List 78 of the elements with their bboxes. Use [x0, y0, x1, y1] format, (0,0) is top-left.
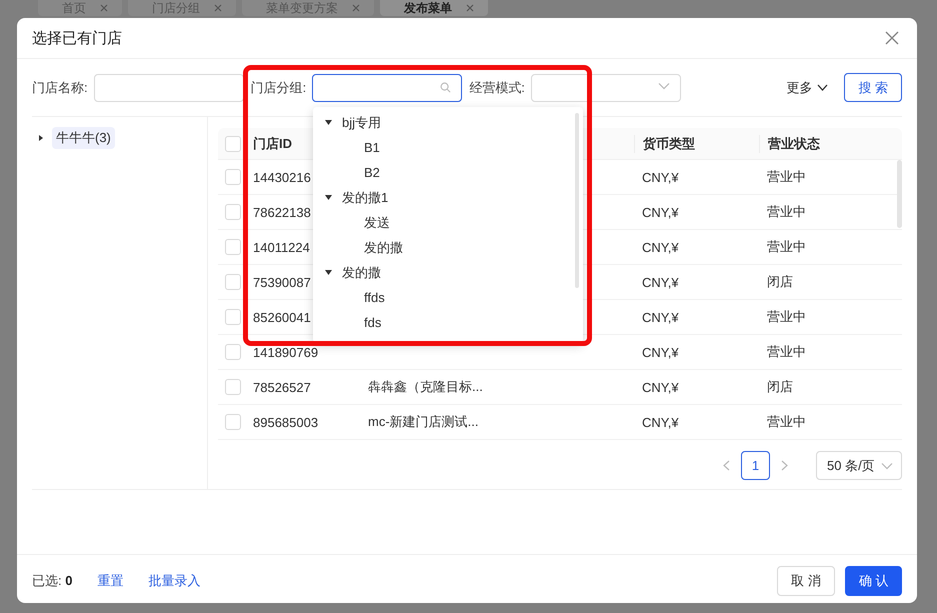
close-icon[interactable]: [466, 4, 474, 12]
scrollbar[interactable]: [897, 160, 902, 228]
table-cell: 78622138: [253, 204, 311, 220]
table-cell: 营业中: [767, 308, 806, 326]
table-cell: CNY,¥: [642, 380, 679, 394]
table-cell: 14011224: [253, 240, 310, 254]
table-cell: CNY,¥: [642, 274, 679, 290]
table-cell: CNY,¥: [642, 204, 679, 220]
chevron-down-icon: [817, 84, 828, 91]
column-header: 门店ID: [253, 134, 292, 152]
search-icon: [440, 82, 452, 92]
table-cell: 78526527: [253, 380, 311, 394]
table-cell: 犇犇鑫（克隆目标...: [368, 378, 483, 396]
checkbox[interactable]: [225, 204, 241, 220]
checkbox[interactable]: [225, 344, 241, 360]
link[interactable]: 批量录入: [148, 572, 200, 590]
page-size-select[interactable]: 50 条/页: [816, 451, 902, 480]
table-cell: 闭店: [767, 378, 793, 396]
tree-option[interactable]: B1: [364, 140, 380, 155]
close-icon[interactable]: [352, 4, 360, 12]
table-cell: 营业中: [767, 203, 806, 221]
tree-option[interactable]: 发的撒: [364, 238, 403, 256]
confirm-button[interactable]: 确 认: [845, 566, 902, 596]
close-icon[interactable]: [885, 31, 899, 45]
table-cell: 闭店: [767, 273, 793, 291]
table-cell: 营业中: [767, 238, 806, 256]
chevron-down-icon: [658, 82, 670, 90]
tree-option[interactable]: 发的撒: [342, 264, 381, 282]
tree-option[interactable]: fds: [364, 315, 382, 330]
table-cell: 营业中: [767, 343, 806, 361]
table-cell: 14430216: [253, 170, 311, 184]
caret-icon[interactable]: [325, 120, 332, 125]
dialog-title: 选择已有门店: [32, 28, 122, 48]
checkbox[interactable]: [225, 274, 241, 290]
tree-option[interactable]: B2: [364, 165, 380, 180]
column-header: 货币类型: [643, 134, 695, 152]
tree-option[interactable]: bjj专用: [342, 114, 382, 132]
column-header: 营业状态: [768, 134, 820, 152]
field-label: 门店名称:: [32, 78, 88, 96]
cancel-button[interactable]: 取 消: [777, 566, 835, 596]
caret-icon[interactable]: [38, 135, 44, 141]
caret-icon[interactable]: [325, 270, 332, 275]
checkbox[interactable]: [225, 309, 241, 325]
checkbox[interactable]: [225, 239, 241, 255]
table-cell: CNY,¥: [642, 344, 679, 360]
tab[interactable]: 发布菜单: [380, 0, 488, 16]
input-field[interactable]: [94, 74, 244, 102]
page-button[interactable]: 1: [741, 451, 770, 480]
table-cell: CNY,¥: [642, 240, 679, 254]
link[interactable]: 重置: [97, 572, 124, 590]
table-cell: CNY,¥: [642, 170, 679, 184]
checkbox[interactable]: [225, 136, 241, 152]
table-cell: 141890769: [253, 344, 318, 360]
table-cell: 营业中: [767, 168, 806, 186]
caret-icon[interactable]: [325, 195, 332, 200]
search-button[interactable]: 搜 索: [844, 73, 902, 102]
field-label: 经营模式:: [469, 78, 525, 96]
table-cell: 75390087: [253, 274, 311, 290]
close-icon[interactable]: [100, 4, 108, 12]
close-icon[interactable]: [214, 4, 222, 12]
selected-count: 已选: 0: [32, 572, 72, 590]
table-cell: CNY,¥: [642, 310, 679, 324]
select-field[interactable]: [312, 74, 462, 102]
chevron-down-icon: [881, 462, 893, 470]
table-cell: 营业中: [767, 413, 806, 431]
table-cell: mc-新建门店测试...: [368, 413, 478, 431]
table-cell: 895685003: [253, 414, 318, 430]
tree-option[interactable]: ffds: [364, 290, 385, 305]
checkbox[interactable]: [225, 379, 241, 395]
tree-item[interactable]: 牛牛牛(3): [52, 127, 115, 149]
tree-option[interactable]: 发的撒1: [342, 188, 388, 206]
more-button[interactable]: 更多: [786, 78, 828, 96]
table-cell: CNY,¥: [642, 414, 679, 430]
field-label: 门店分组:: [250, 78, 306, 96]
checkbox[interactable]: [225, 169, 241, 185]
table-cell: 85260041: [253, 310, 311, 324]
tree-option[interactable]: 发送: [364, 214, 390, 232]
checkbox[interactable]: [225, 414, 241, 430]
